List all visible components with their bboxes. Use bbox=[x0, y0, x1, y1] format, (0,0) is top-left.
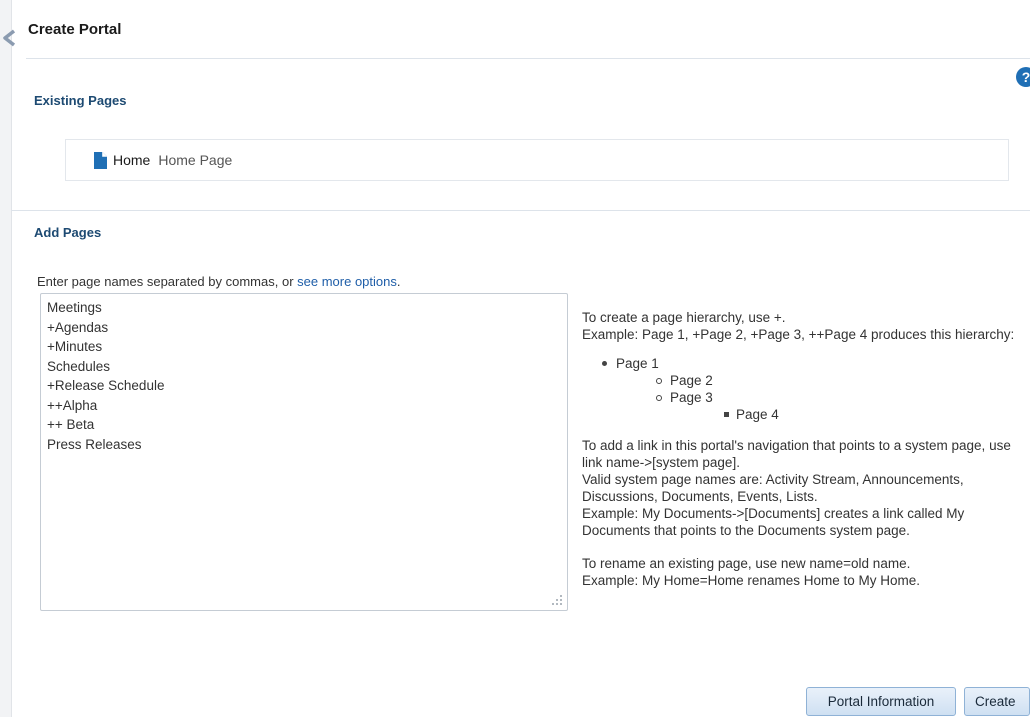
instructions-end: . bbox=[396, 274, 401, 289]
tree-item-label: Page 2 bbox=[670, 373, 713, 388]
page-title: Create Portal bbox=[28, 21, 122, 38]
instructions-text: Enter page names separated by commas, or bbox=[37, 274, 298, 289]
add-pages-instructions: Enter page names separated by commas, or… bbox=[37, 274, 401, 289]
help-icon[interactable]: ? bbox=[1016, 67, 1030, 87]
page-names-input[interactable] bbox=[40, 293, 568, 611]
see-more-options-link[interactable]: see more options bbox=[297, 274, 397, 289]
help-panel: To create a page hierarchy, use +. Examp… bbox=[582, 309, 1028, 589]
section-divider bbox=[11, 210, 1030, 211]
disc-bullet-icon bbox=[602, 361, 607, 366]
tree-item-level2: Page 3 Page 4 bbox=[582, 389, 1028, 423]
rename-help-text: To rename an existing page, use new name… bbox=[582, 556, 911, 571]
tree-item-label: Page 3 bbox=[670, 390, 713, 405]
page-icon bbox=[94, 151, 107, 169]
left-rail bbox=[0, 0, 12, 717]
portal-information-button[interactable]: Portal Information bbox=[806, 687, 956, 716]
tree-item-level2: Page 2 bbox=[582, 372, 1028, 389]
circle-bullet-icon bbox=[656, 378, 662, 384]
tree-level3: Page 4 bbox=[582, 406, 1028, 423]
hierarchy-example: Example: Page 1, +Page 2, +Page 3, ++Pag… bbox=[582, 327, 1015, 342]
hierarchy-intro: To create a page hierarchy, use +. bbox=[582, 310, 786, 325]
hierarchy-tree: Page 1 Page 2 Page 3 Page 4 bbox=[582, 355, 1028, 423]
link-help-text: To add a link in this portal's navigatio… bbox=[582, 438, 1011, 470]
existing-pages-list: Home Home Page bbox=[65, 139, 1009, 181]
tree-item-level3: Page 4 bbox=[582, 406, 1028, 423]
valid-system-pages-text: Valid system page names are: Activity St… bbox=[582, 472, 964, 504]
tree-level2: Page 2 Page 3 Page 4 bbox=[582, 372, 1028, 423]
create-button[interactable]: Create bbox=[964, 687, 1030, 716]
page-description: Home Page bbox=[158, 152, 233, 168]
title-divider bbox=[26, 58, 1030, 59]
resize-grip-icon[interactable] bbox=[550, 593, 564, 607]
rename-example-text: Example: My Home=Home renames Home to My… bbox=[582, 573, 920, 588]
square-bullet-icon bbox=[724, 412, 729, 417]
tree-item-label: Page 1 bbox=[616, 356, 659, 371]
tree-item-label: Page 4 bbox=[736, 407, 779, 422]
circle-bullet-icon bbox=[656, 395, 662, 401]
link-example-text: Example: My Documents->[Documents] creat… bbox=[582, 506, 965, 538]
existing-pages-heading: Existing Pages bbox=[34, 93, 127, 108]
page-name: Home bbox=[113, 152, 151, 168]
list-item-home[interactable]: Home Home Page bbox=[94, 150, 232, 170]
add-pages-heading: Add Pages bbox=[34, 225, 102, 240]
tree-item-level1: Page 1 Page 2 Page 3 Page 4 bbox=[582, 355, 1028, 423]
chevron-left-icon[interactable] bbox=[0, 28, 18, 48]
